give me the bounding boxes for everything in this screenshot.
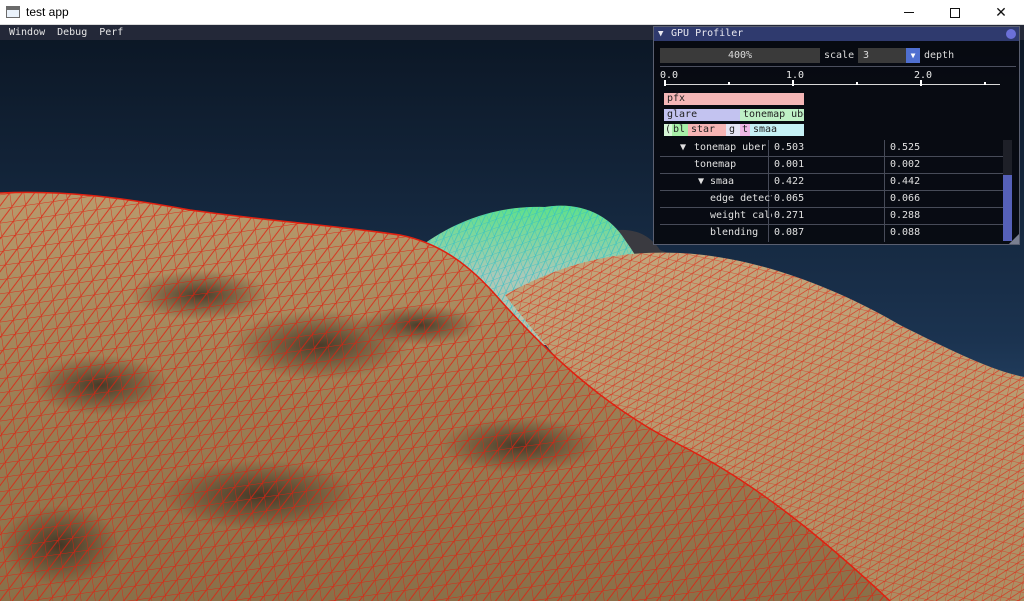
profiler-title: GPU Profiler xyxy=(671,28,744,39)
timing-bar-child[interactable]: ( xyxy=(664,124,672,136)
minimize-icon xyxy=(904,12,914,13)
profiler-title-bar[interactable]: ▼ GPU Profiler xyxy=(654,27,1019,41)
timing-bar-bloom[interactable]: bl xyxy=(672,124,688,136)
timeline-ruler xyxy=(664,84,1000,85)
resize-grip-icon[interactable] xyxy=(1009,234,1019,244)
gpu-profiler-window: ▼ GPU Profiler 400% scale 3 ▼ depth 0.0 … xyxy=(653,26,1020,245)
row-value-2: 0.525 xyxy=(890,142,921,153)
timing-bar-pfx[interactable]: pfx xyxy=(664,93,804,105)
scale-slider[interactable]: 400% xyxy=(660,48,820,63)
table-row[interactable]: blending 0.087 0.088 xyxy=(660,225,1004,242)
row-name: smaa xyxy=(710,176,735,187)
ruler-label-0: 0.0 xyxy=(660,70,679,81)
menu-debug[interactable]: Debug xyxy=(51,25,93,40)
close-icon: ✕ xyxy=(995,4,1007,21)
window-titlebar: test app ✕ xyxy=(0,0,1024,25)
timing-bar-glare[interactable]: glare xyxy=(664,109,740,121)
menu-perf[interactable]: Perf xyxy=(93,25,129,40)
row-value-2: 0.066 xyxy=(890,193,921,204)
timing-bar-star[interactable]: star xyxy=(688,124,726,136)
row-value-2: 0.442 xyxy=(890,176,921,187)
row-value-1: 0.087 xyxy=(774,227,805,238)
table-row[interactable]: tonemap 0.001 0.002 xyxy=(660,157,1004,174)
row-value-1: 0.065 xyxy=(774,193,805,204)
ruler-tick xyxy=(792,80,794,86)
row-value-1: 0.422 xyxy=(774,176,805,187)
row-name: weight calc xyxy=(710,210,772,221)
expander-arrow-icon[interactable]: ▼ xyxy=(698,174,704,190)
row-value-2: 0.002 xyxy=(890,159,921,170)
row-name: blending xyxy=(710,227,759,238)
scale-label: scale xyxy=(824,50,855,61)
timing-bar-smaa[interactable]: smaa xyxy=(750,124,804,136)
timing-bar-g[interactable]: g xyxy=(726,124,740,136)
row-name: edge detect xyxy=(710,193,772,204)
ruler-tick xyxy=(664,80,666,86)
depth-label: depth xyxy=(924,50,955,61)
ruler-tick xyxy=(728,82,730,85)
minimize-button[interactable] xyxy=(886,0,932,25)
ruler-tick xyxy=(856,82,858,85)
ruler-label-2: 2.0 xyxy=(914,70,933,81)
depth-select[interactable]: 3 xyxy=(858,48,908,63)
scrollbar-thumb[interactable] xyxy=(1003,175,1012,241)
row-name: tonemap xyxy=(694,159,737,170)
menu-window[interactable]: Window xyxy=(0,25,51,40)
timing-table: ▼ tonemap uber 0.503 0.525 tonemap 0.001… xyxy=(660,140,1004,242)
ruler-tick xyxy=(920,80,922,86)
row-value-1: 0.503 xyxy=(774,142,805,153)
table-row[interactable]: edge detect 0.065 0.066 xyxy=(660,191,1004,208)
ruler-tick xyxy=(984,82,986,85)
dropdown-arrow-icon[interactable]: ▼ xyxy=(906,48,920,63)
close-button[interactable]: ✕ xyxy=(978,0,1024,25)
collapse-arrow-icon[interactable]: ▼ xyxy=(658,27,663,41)
row-value-1: 0.001 xyxy=(774,159,805,170)
timing-bar-t[interactable]: t xyxy=(740,124,750,136)
expander-arrow-icon[interactable]: ▼ xyxy=(680,140,686,156)
row-value-1: 0.271 xyxy=(774,210,805,221)
table-row[interactable]: weight calc 0.271 0.288 xyxy=(660,208,1004,225)
ruler-label-1: 1.0 xyxy=(786,70,805,81)
maximize-button[interactable] xyxy=(932,0,978,25)
row-value-2: 0.088 xyxy=(890,227,921,238)
maximize-icon xyxy=(950,7,960,18)
table-row[interactable]: ▼ tonemap uber 0.503 0.525 xyxy=(660,140,1004,157)
app-icon xyxy=(6,6,20,18)
row-name: tonemap uber xyxy=(694,142,767,153)
window-title: test app xyxy=(26,5,69,19)
table-row[interactable]: ▼ smaa 0.422 0.442 xyxy=(660,174,1004,191)
close-circle-icon[interactable] xyxy=(1006,29,1016,39)
timing-bar-tonemap-uber[interactable]: tonemap uber xyxy=(740,109,804,121)
row-value-2: 0.288 xyxy=(890,210,921,221)
divider xyxy=(660,66,1016,67)
